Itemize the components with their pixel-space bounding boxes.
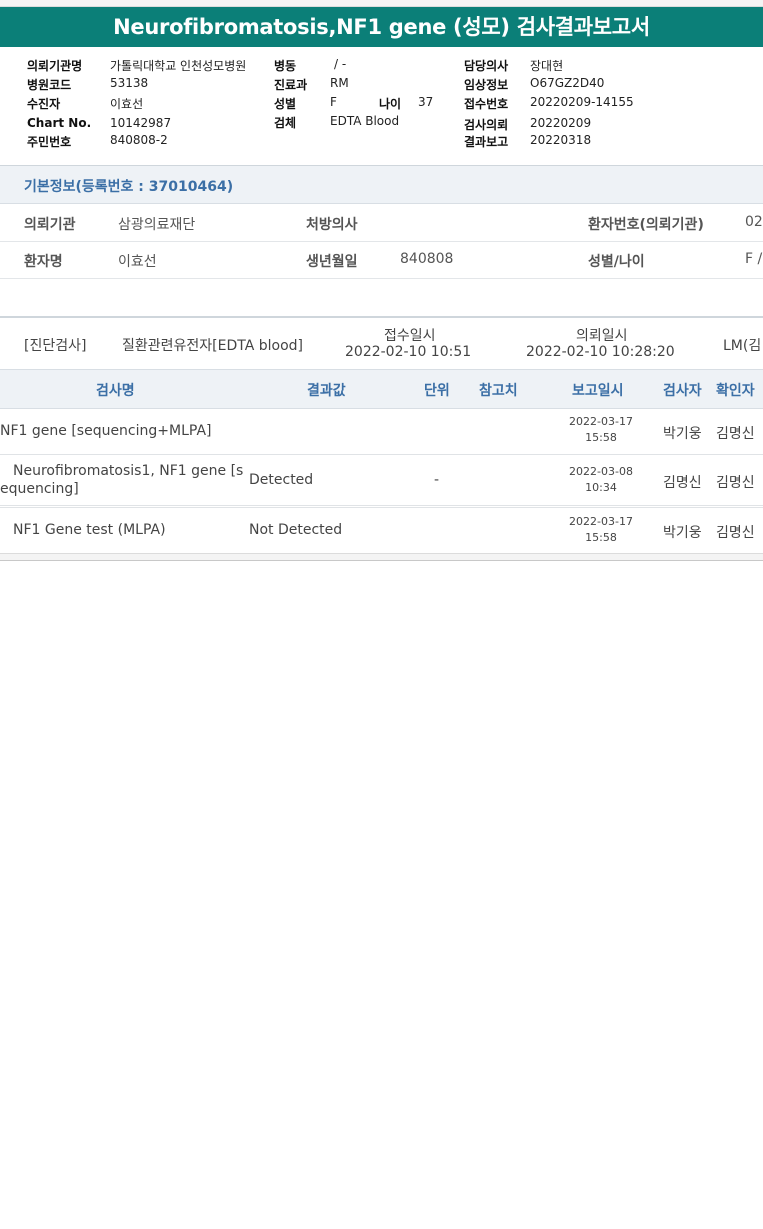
clinical-info-label: 임상정보: [464, 78, 509, 92]
received-datetime-label: 접수일시: [384, 328, 436, 344]
referring-institution-label: 의뢰기관: [24, 217, 76, 233]
patient-name-label: 환자명: [24, 254, 63, 270]
sex-label: 성별: [274, 97, 297, 111]
col-tester: 검사자: [663, 383, 702, 399]
report-date: 2022-03-08: [569, 465, 633, 478]
receipt-no-value: 20220209-14155: [530, 95, 634, 109]
col-result: 결과값: [307, 383, 346, 399]
referring-institution-value: 삼광의료재단: [118, 217, 196, 233]
test-name: NF1 Gene test (MLPA): [13, 522, 166, 538]
test-name-line-2: equencing]: [0, 481, 79, 497]
examinee-label: 수진자: [27, 97, 61, 111]
request-date-value: 20220209: [530, 116, 592, 130]
report-date-value: 20220318: [530, 133, 592, 147]
report-header: 의뢰기관명 가톨릭대학교 인천성모병원 병원코드 53138 수진자 이효선 C…: [0, 47, 763, 166]
institution-label: 의뢰기관명: [27, 59, 83, 73]
test-result: Not Detected: [249, 522, 343, 538]
requested-datetime-value: 2022-02-10 10:28:20: [526, 344, 675, 360]
col-test-name: 검사명: [96, 383, 135, 399]
age-value: 37: [418, 95, 434, 109]
tester: 박기웅: [663, 525, 702, 541]
clinical-info-value: O67GZ2D40: [530, 76, 605, 90]
prescriber-label: 처방의사: [306, 217, 358, 233]
hospital-code-label: 병원코드: [27, 78, 72, 92]
dept-label: 진료과: [274, 78, 308, 92]
institution-value: 가톨릭대학교 인천성모병원: [110, 59, 247, 73]
requested-datetime-label: 의뢰일시: [576, 328, 628, 344]
doctor-label: 담당의사: [464, 59, 509, 73]
ward-label: 병동: [274, 59, 297, 73]
tester: 박기웅: [663, 426, 702, 442]
report-time: 15:58: [585, 531, 617, 544]
sex-age-label: 성별/나이: [588, 254, 645, 270]
section-spacer: [0, 279, 763, 318]
confirmer: 김명신: [716, 525, 755, 541]
doctor-value: 장대현: [530, 59, 564, 73]
receipt-no-label: 접수번호: [464, 97, 509, 111]
col-report-date: 보고일시: [572, 383, 624, 399]
sex-age-value: F /: [745, 251, 763, 267]
order-test-name: 질환관련유전자[EDTA blood]: [122, 338, 303, 354]
confirmer: 김명신: [716, 426, 755, 442]
col-unit: 단위: [424, 383, 450, 399]
rrn-label: 주민번호: [27, 135, 72, 149]
col-reference: 참고치: [479, 383, 518, 399]
table-row[interactable]: NF1 Gene test (MLPA) Not Detected 2022-0…: [0, 507, 763, 555]
top-border: [0, 0, 763, 7]
table-row[interactable]: Neurofibromatosis1, NF1 gene [s equencin…: [0, 455, 763, 506]
basic-info-section-title: 기본정보(등록번호 : 37010464): [0, 166, 763, 204]
request-date-label: 검사의뢰: [464, 118, 509, 132]
dept-value: RM: [330, 76, 349, 90]
chart-no-label: Chart No.: [27, 116, 92, 130]
birth-date-label: 생년월일: [306, 254, 358, 270]
chart-no-value: 10142987: [110, 116, 172, 130]
results-table-header: 검사명 결과값 단위 참고치 보고일시 검사자 확인자: [0, 369, 763, 409]
col-confirmer: 확인자: [716, 383, 755, 399]
basic-info-row-2: 환자명 이효선 생년월일 840808 성별/나이 F /: [0, 241, 763, 279]
report-time: 10:34: [585, 481, 617, 494]
specimen-value: EDTA Blood: [330, 114, 400, 128]
report-date: 2022-03-17: [569, 515, 633, 528]
patient-number-value: 02: [745, 214, 763, 230]
report-title: Neurofibromatosis,NF1 gene (성모) 검사결과보고서: [0, 7, 763, 47]
order-summary: [진단검사] 질환관련유전자[EDTA blood] 접수일시 2022-02-…: [0, 318, 763, 368]
birth-date-value: 840808: [400, 251, 454, 267]
test-unit: -: [434, 472, 440, 488]
examinee-value: 이효선: [110, 97, 144, 111]
report-date-label: 결과보고: [464, 135, 509, 149]
sex-value: F: [330, 95, 337, 109]
basic-info-title-text: 기본정보(등록번호 : 37010464): [24, 179, 234, 195]
test-result: Detected: [249, 472, 314, 488]
lab-name: LM(김: [723, 338, 762, 354]
table-row[interactable]: NF1 gene [sequencing+MLPA] 2022-03-17 15…: [0, 408, 763, 455]
bottom-border: [0, 553, 763, 561]
test-name: NF1 gene [sequencing+MLPA]: [0, 423, 212, 439]
rrn-value: 840808-2: [110, 133, 168, 147]
basic-info-row-1: 의뢰기관 삼광의료재단 처방의사 환자번호(의뢰기관) 02: [0, 204, 763, 242]
hospital-code-value: 53138: [110, 76, 149, 90]
test-name-line-1: Neurofibromatosis1, NF1 gene [s: [13, 463, 244, 479]
confirmer: 김명신: [716, 475, 755, 491]
report-date: 2022-03-17: [569, 415, 633, 428]
patient-number-label: 환자번호(의뢰기관): [588, 217, 704, 233]
tester: 김명신: [663, 475, 702, 491]
specimen-label: 검체: [274, 116, 297, 130]
age-label: 나이: [379, 97, 402, 111]
order-category: [진단검사]: [24, 338, 87, 354]
patient-name-value: 이효선: [118, 254, 157, 270]
ward-value: / -: [334, 57, 347, 71]
received-datetime-value: 2022-02-10 10:51: [345, 344, 472, 360]
report-time: 15:58: [585, 431, 617, 444]
